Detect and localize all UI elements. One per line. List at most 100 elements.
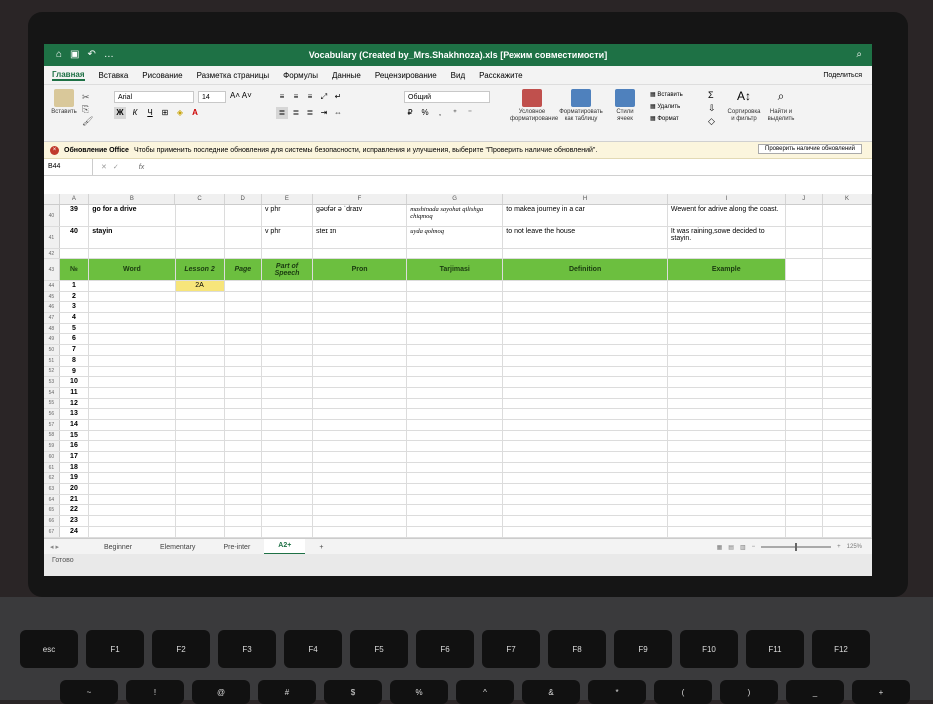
cell[interactable] [262,345,314,355]
wrap-text-icon[interactable]: ↵ [332,91,344,103]
cell[interactable] [407,345,504,355]
ribbon-tab[interactable]: Вставка [99,71,129,80]
cell[interactable] [503,398,668,409]
align-right-icon[interactable]: ≣ [304,107,316,119]
ribbon-tab[interactable]: Данные [332,71,361,80]
cell-pron[interactable]: gəʊfər ə ˈdraɪv [313,205,408,226]
cell[interactable] [823,302,872,313]
cell[interactable] [262,526,314,537]
cell[interactable] [823,345,872,355]
cell[interactable] [225,323,262,334]
cell[interactable] [786,334,823,345]
cell[interactable] [225,494,262,505]
cell[interactable] [313,452,408,462]
cell[interactable] [823,398,872,409]
cell[interactable] [786,345,823,355]
cell[interactable] [503,366,668,377]
cell-lesson[interactable]: 2A [175,281,225,291]
cell[interactable] [786,452,823,462]
cell[interactable] [262,291,314,302]
cell-word[interactable] [89,484,176,494]
cell-no[interactable]: 17 [60,452,90,462]
cell[interactable] [262,409,314,419]
cell[interactable] [786,249,823,258]
select-all-corner[interactable] [44,194,60,204]
row-number[interactable]: 46 [44,302,60,313]
cell[interactable] [225,505,262,516]
row-number[interactable]: 61 [44,462,60,473]
cell[interactable] [503,291,668,302]
row-number[interactable]: 40 [44,205,60,226]
cell[interactable] [668,313,786,323]
row-number[interactable]: 53 [44,377,60,387]
ribbon-tab[interactable]: Формулы [283,71,318,80]
cell[interactable] [262,430,314,441]
cell-lesson[interactable] [176,516,225,526]
cell-word[interactable] [89,323,176,334]
cell[interactable] [823,387,872,398]
home-icon[interactable]: ⌂ [56,49,62,60]
sheet-nav-arrows[interactable]: ◂ ▸ [44,543,90,551]
paste-button[interactable]: Вставить [50,89,78,116]
cell[interactable] [503,281,668,291]
cell[interactable] [823,484,872,494]
align-center-icon[interactable]: ≣ [290,107,302,119]
cell[interactable] [225,345,262,355]
column-header[interactable]: K [823,194,872,204]
cell[interactable] [262,334,314,345]
align-bottom-icon[interactable]: ≡ [304,91,316,103]
cell[interactable] [786,419,823,430]
cell-word[interactable] [89,377,176,387]
cell[interactable] [262,249,314,258]
sort-filter-button[interactable]: A↕ Сортировка и фильтр [726,89,762,123]
cell[interactable] [313,505,408,516]
cell[interactable] [823,377,872,387]
header-pos[interactable]: Part of Speech [261,259,314,280]
cell[interactable] [407,452,504,462]
cell[interactable] [823,452,872,462]
percent-icon[interactable]: % [419,107,431,119]
cell[interactable] [786,473,823,484]
row-number[interactable]: 62 [44,473,60,484]
cell[interactable] [823,334,872,345]
cell-word[interactable] [89,345,176,355]
cell[interactable] [503,334,668,345]
cell-definition[interactable]: to makea journey in a car [503,205,668,226]
cell[interactable] [407,291,504,302]
cell[interactable] [313,334,408,345]
cell-no[interactable]: 20 [60,484,90,494]
cell[interactable] [668,334,786,345]
cell[interactable] [225,281,262,291]
cell[interactable] [668,452,786,462]
cell[interactable] [823,249,872,258]
row-number[interactable]: 48 [44,323,60,334]
cell-no[interactable]: 39 [60,205,90,226]
cell[interactable] [668,377,786,387]
cell[interactable] [823,505,872,516]
shrink-font-icon[interactable]: A˅ [242,91,252,100]
cell-no[interactable]: 14 [60,419,90,430]
cell[interactable] [262,366,314,377]
cell[interactable] [503,387,668,398]
indent-icon[interactable]: ⇥ [318,107,330,119]
cell[interactable] [225,462,262,473]
cell[interactable] [503,462,668,473]
cell[interactable] [176,227,225,248]
cell[interactable] [822,259,872,280]
align-middle-icon[interactable]: ≡ [290,91,302,103]
cell[interactable] [786,302,823,313]
cell[interactable] [668,441,786,451]
cell-word[interactable] [89,398,176,409]
cell[interactable] [407,377,504,387]
row-number[interactable]: 65 [44,505,60,516]
cell[interactable] [225,516,262,526]
cell[interactable] [262,387,314,398]
cell[interactable] [313,355,408,366]
cell-word[interactable] [89,409,176,419]
undo-icon[interactable]: ↶ [88,49,96,60]
cell[interactable] [503,249,668,258]
cell[interactable] [823,355,872,366]
cell[interactable] [668,526,786,537]
font-color-icon[interactable]: A [189,107,201,119]
cell-word[interactable] [89,473,176,484]
